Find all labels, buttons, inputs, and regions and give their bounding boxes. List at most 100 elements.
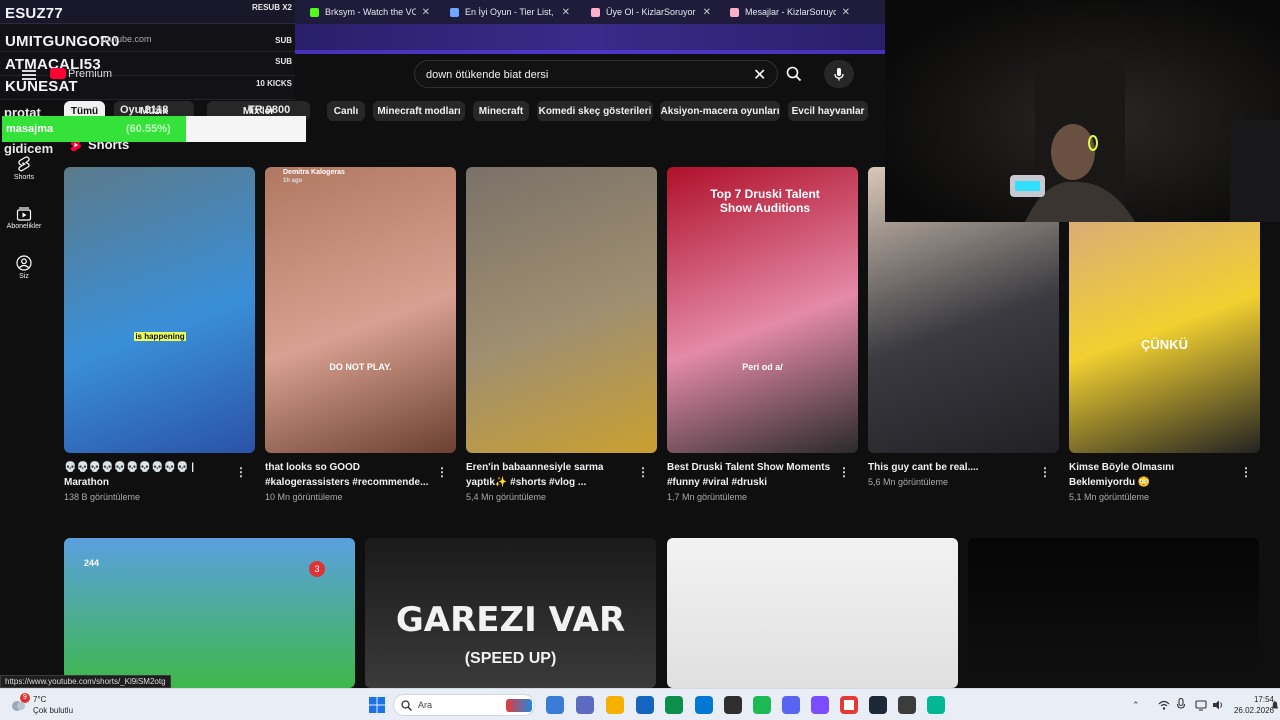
task-view-icon[interactable] xyxy=(546,696,564,714)
video-thumbnail[interactable] xyxy=(968,538,1259,688)
weather-widget[interactable]: 7°C Çok bulutlu xyxy=(33,694,73,716)
outlook-icon[interactable] xyxy=(695,696,713,714)
short-thumbnail[interactable]: Demitra Kalogeras 1h ago DO NOT PLAY. xyxy=(265,167,456,453)
tab-favicon-icon xyxy=(730,7,739,17)
chat-username: ESUZ77 xyxy=(5,5,63,22)
taskbar: 9 7°C Çok bulutlu Ara ⌃ 17:54 26.02.2026 xyxy=(0,688,1280,720)
you-icon xyxy=(16,255,32,271)
weather-desc: Çok bulutlu xyxy=(33,706,74,715)
tab-close-icon[interactable]: ✕ xyxy=(422,7,430,18)
short-thumbnail[interactable]: Top 7 Druski Talent Show Auditions Peri o… xyxy=(667,167,858,453)
filter-chip[interactable]: Minecraft xyxy=(473,101,529,121)
short-thumbnail[interactable]: is happening xyxy=(64,167,255,453)
notification-badge: 9 xyxy=(20,693,30,703)
taskbar-search[interactable]: Ara xyxy=(393,694,535,716)
filter-chip[interactable]: Komedi skeç gösterileri xyxy=(537,101,653,121)
chat-row: ESUZ77 RESUB X2 xyxy=(0,0,295,24)
network-icon[interactable] xyxy=(1195,698,1207,711)
chevron-up-icon[interactable]: ⌃ xyxy=(1132,700,1142,710)
search-button[interactable] xyxy=(778,60,810,88)
tab-title: Brksym - Watch the VOD xyxy=(325,7,416,17)
chrome-icon[interactable] xyxy=(840,696,858,714)
clear-search-icon[interactable]: ✕ xyxy=(753,65,766,85)
tab-title: Mesajlar - KizlarSoruyor xyxy=(745,7,836,17)
browser-tab[interactable]: Mesajlar - KizlarSoruyor ✕ xyxy=(720,1,860,23)
short-card[interactable]: Demitra Kalogeras 1h ago DO NOT PLAY. that … xyxy=(265,167,456,502)
app-icon[interactable] xyxy=(811,696,829,714)
microphone-icon xyxy=(834,68,844,81)
nav-shorts[interactable]: Shorts xyxy=(0,156,48,181)
tab-close-icon[interactable]: ✕ xyxy=(842,7,850,18)
discord-icon[interactable] xyxy=(782,696,800,714)
app-icon[interactable] xyxy=(927,696,945,714)
tab-favicon-icon xyxy=(310,7,319,17)
taskbar-search-placeholder: Ara xyxy=(418,700,433,710)
menu-icon[interactable] xyxy=(22,70,36,72)
short-thumbnail[interactable] xyxy=(466,167,657,453)
webcam-overlay xyxy=(885,0,1280,222)
search-input[interactable]: down ötükende biat dersi xyxy=(426,69,548,81)
browser-tab[interactable]: Üye Ol - KizlarSoruyor ✕ xyxy=(581,1,721,23)
more-options-icon[interactable]: ⋮ xyxy=(1240,465,1252,479)
wifi-icon[interactable] xyxy=(1158,698,1170,710)
more-options-icon[interactable]: ⋮ xyxy=(838,465,850,479)
filter-chip[interactable]: Evcil hayvanlar xyxy=(788,101,868,121)
overlay-text-bottom: gidicem xyxy=(4,141,54,156)
more-options-icon[interactable]: ⋮ xyxy=(436,465,448,479)
file-explorer-icon[interactable] xyxy=(606,696,624,714)
nav-you[interactable]: Siz xyxy=(0,255,48,280)
copilot-icon[interactable] xyxy=(576,696,594,714)
short-title[interactable]: 💀💀💀💀💀💀💀💀💀💀 | Marathon xyxy=(64,460,234,490)
short-card[interactable]: Top 7 Druski Talent Show Auditions Peri o… xyxy=(667,167,858,502)
toolbar-accent xyxy=(295,50,885,54)
lives-badge: 3 xyxy=(309,561,325,577)
windows-start-icon[interactable] xyxy=(369,697,385,713)
tab-close-icon[interactable]: ✕ xyxy=(703,7,711,18)
more-options-icon[interactable]: ⋮ xyxy=(235,465,247,479)
short-card[interactable]: Eren'in babaannesiyle sarma yaptık✨ #sho… xyxy=(466,167,657,502)
app-icon[interactable] xyxy=(898,696,916,714)
video-thumbnail[interactable]: GAREZI VAR (SPEED UP) xyxy=(365,538,656,688)
spotify-icon[interactable] xyxy=(753,696,771,714)
status-link: https://www.youtube.com/shorts/_Kl9iSM2o… xyxy=(0,675,171,688)
search-highlight-icon xyxy=(506,699,532,712)
more-options-icon[interactable]: ⋮ xyxy=(1039,465,1051,479)
bell-icon[interactable] xyxy=(1272,699,1278,711)
short-title[interactable]: Best Druski Talent Show Moments #funny #… xyxy=(667,460,837,490)
tab-close-icon[interactable]: ✕ xyxy=(562,7,570,18)
stream-chat-overlay: ESUZ77 RESUB X2 UMITGUNGOR0 SUB ATMACALI… xyxy=(0,0,295,100)
chat-event: 10 KICKS xyxy=(255,79,292,88)
system-clock[interactable]: 17:54 26.02.2026 xyxy=(1230,694,1274,716)
microphone-icon[interactable] xyxy=(1176,697,1186,711)
tab-favicon-icon xyxy=(591,7,600,17)
youtube-logo-icon[interactable] xyxy=(50,68,66,79)
store-icon[interactable] xyxy=(665,696,683,714)
voice-search-button[interactable] xyxy=(824,60,854,88)
nav-subscriptions[interactable]: Abonelikler xyxy=(0,207,48,230)
volume-icon[interactable] xyxy=(1212,698,1224,710)
youtube-domain-text: youtube.com xyxy=(100,34,152,44)
filter-chip[interactable]: Aksiyon-macera oyunları xyxy=(660,101,780,121)
short-title[interactable]: Kimse Böyle Olmasını Beklemiyordu 😳 xyxy=(1069,460,1239,490)
search-box[interactable]: down ötükende biat dersi ✕ xyxy=(414,60,778,88)
short-card[interactable]: is happening 💀💀💀💀💀💀💀💀💀💀 | Marathon 138 B g… xyxy=(64,167,255,502)
filter-chip[interactable]: Canlı xyxy=(327,101,365,121)
short-title[interactable]: that looks so GOOD #kalogerassisters #re… xyxy=(265,460,435,490)
video-thumbnail[interactable]: 244 3 xyxy=(64,538,355,688)
goal-progress-label: masajma xyxy=(6,123,54,135)
youtube-premium-label: Premium xyxy=(68,68,113,80)
terminal-icon[interactable] xyxy=(724,696,742,714)
filter-chip[interactable]: Minecraft modları xyxy=(373,101,465,121)
overlay-followers: Oyu 2118 xyxy=(120,104,169,116)
video-thumbnail[interactable] xyxy=(667,538,958,688)
more-options-icon[interactable]: ⋮ xyxy=(637,465,649,479)
chat-row: ATMACALI53 SUB xyxy=(0,52,295,76)
short-views: 10 Mn görüntüleme xyxy=(265,492,343,502)
browser-tab[interactable]: Brksym - Watch the VOD ✕ xyxy=(300,1,440,23)
short-views: 5,1 Mn görüntüleme xyxy=(1069,492,1150,502)
short-title[interactable]: Eren'in babaannesiyle sarma yaptık✨ #sho… xyxy=(466,460,636,490)
short-title[interactable]: This guy cant be real.... xyxy=(868,460,1038,475)
steam-icon[interactable] xyxy=(869,696,887,714)
browser-tab[interactable]: En İyi Oyun - Tier List, Kö ✕ xyxy=(440,1,580,23)
edge-icon[interactable] xyxy=(636,696,654,714)
